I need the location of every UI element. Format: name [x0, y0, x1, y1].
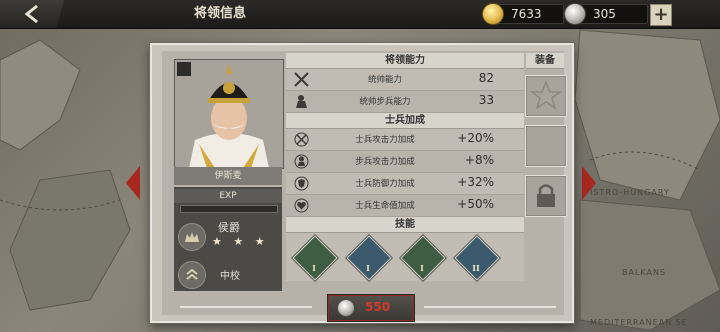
artillery-skill-icon: [454, 235, 500, 281]
bonus-label: 士兵生命值加成: [355, 201, 415, 211]
upgrade-cost-button[interactable]: 550: [328, 295, 414, 321]
rank-mini-icon: [177, 62, 191, 76]
bonus-row: 步兵攻击力加成 +8%: [286, 151, 524, 173]
map-label: ISTRO-HUNGARY: [590, 188, 670, 197]
back-button[interactable]: [0, 0, 64, 28]
abilities-heading: 将领能力: [286, 53, 524, 69]
upgrade-cost-value: 550: [365, 300, 391, 314]
lock-icon: [537, 184, 555, 207]
general-summary-panel: EXP 侯爵 ★ ★ ★ 中校: [174, 187, 282, 291]
gold-coin-icon: [482, 3, 504, 25]
map-label: BALKANS: [622, 268, 667, 277]
rank-row: 中校: [174, 255, 282, 293]
military-rank: 中校: [220, 271, 240, 282]
exp-label: EXP: [174, 189, 282, 203]
gold-counter: 7633: [482, 3, 564, 25]
bonus-row: 士兵生命值加成 +50%: [286, 195, 524, 217]
skill-slot[interactable]: I: [400, 235, 446, 281]
noble-badge-icon: [178, 223, 206, 251]
stats-table: 将领能力 统帅能力 82 统帅步兵能力 33 士兵加成 士兵攻击力加成 +20%…: [286, 53, 524, 281]
infantry-icon: [296, 95, 307, 108]
shield-icon: [294, 176, 309, 191]
skill-level: I: [312, 263, 316, 273]
ability-value: 82: [478, 71, 494, 85]
equipment-slot-locked[interactable]: [525, 175, 567, 217]
equipment-heading: 装备: [526, 53, 564, 69]
bonus-value: +8%: [464, 153, 494, 167]
skill-level: I: [366, 263, 370, 273]
bonus-label: 步兵攻击力加成: [355, 157, 415, 167]
infantry-attack-icon: [294, 154, 309, 169]
prev-general-arrow-icon[interactable]: [124, 166, 142, 200]
chevron-left-icon: [24, 4, 38, 24]
skill-slot[interactable]: I: [292, 235, 338, 281]
general-portrait: [174, 59, 284, 169]
general-portrait-image: [175, 60, 283, 168]
heart-icon: [294, 198, 309, 213]
star-rating: ★ ★ ★: [212, 235, 269, 248]
skill-level: I: [420, 263, 424, 273]
skills-heading: 技能: [286, 217, 524, 233]
silver-coin-icon: [337, 299, 355, 317]
attack-icon: [294, 132, 309, 147]
silver-coin-icon: [564, 3, 586, 25]
bonus-value: +32%: [457, 175, 494, 189]
ability-value: 33: [478, 93, 494, 107]
general-info-dialog: 伊斯麦 EXP 侯爵 ★ ★ ★ 中校 将领能力 统帅能力 82 统帅步兵能力 …: [150, 43, 574, 323]
noble-title: 侯爵: [218, 221, 240, 234]
equipment-slot-medal[interactable]: [525, 75, 567, 117]
bonuses-heading: 士兵加成: [286, 113, 524, 129]
skill-slot[interactable]: I: [346, 235, 392, 281]
screen-title: 将领信息: [193, 6, 246, 21]
equipment-column: 装备: [525, 53, 567, 217]
skills-row: I I I II: [286, 233, 524, 281]
bonus-label: 士兵防御力加成: [355, 179, 415, 189]
ability-label: 统帅步兵能力: [359, 97, 411, 107]
skill-slot[interactable]: II: [454, 235, 500, 281]
dialog-body: 伊斯麦 EXP 侯爵 ★ ★ ★ 中校 将领能力 统帅能力 82 统帅步兵能力 …: [162, 51, 567, 321]
bonus-value: +20%: [457, 131, 494, 145]
divider-line: [180, 306, 312, 308]
map-label: MEDITERRANEAN SE: [590, 318, 688, 327]
plus-icon: +: [653, 4, 669, 25]
charge-skill-icon: [292, 235, 338, 281]
general-name: 伊斯麦: [174, 167, 282, 185]
bonus-row: 士兵攻击力加成 +20%: [286, 129, 524, 151]
bonus-value: +50%: [457, 197, 494, 211]
crossed-swords-icon: [294, 72, 309, 87]
cavalry-skill-icon: [346, 235, 392, 281]
noble-title-row: 侯爵 ★ ★ ★: [174, 217, 282, 255]
sprint-skill-icon: [400, 235, 446, 281]
top-bar: 将领信息 7633 305 +: [0, 0, 720, 29]
bonus-row: 士兵防御力加成 +32%: [286, 173, 524, 195]
exp-bar: [180, 205, 278, 213]
medal-slot-icon: [529, 79, 563, 110]
add-currency-button[interactable]: +: [650, 4, 672, 26]
ability-row: 统帅步兵能力 33: [286, 91, 524, 113]
divider-line: [424, 306, 556, 308]
rank-chevron-icon: [178, 261, 206, 289]
skill-level: II: [472, 263, 480, 273]
next-general-arrow-icon[interactable]: [580, 166, 598, 200]
bonus-label: 士兵攻击力加成: [355, 135, 415, 145]
ability-label: 统帅能力: [367, 75, 402, 85]
ability-row: 统帅能力 82: [286, 69, 524, 91]
equipment-slot-empty[interactable]: [525, 125, 567, 167]
silver-counter: 305: [564, 3, 648, 25]
